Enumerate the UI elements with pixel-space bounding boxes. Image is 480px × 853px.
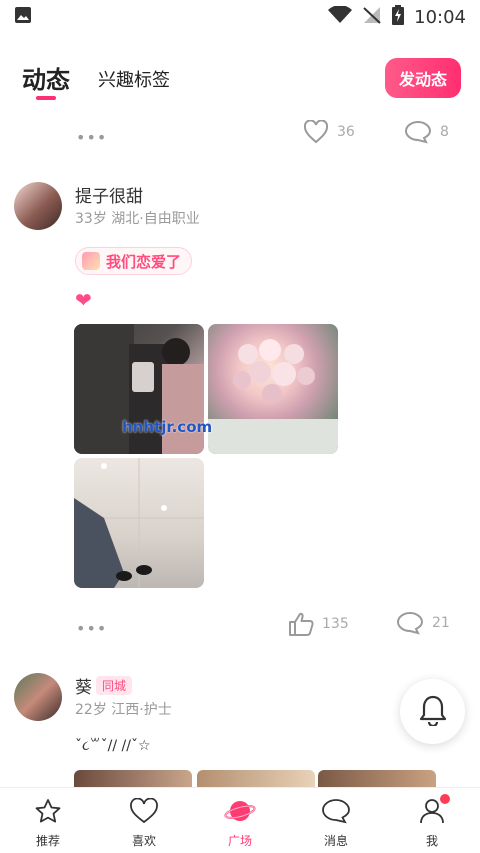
heart-outline-icon: [303, 120, 329, 144]
post-photo[interactable]: [74, 458, 204, 588]
star-icon: [34, 798, 62, 828]
watermark: hnhtjr.com: [122, 418, 213, 436]
notification-dot: [440, 794, 450, 804]
comment-count: 21: [432, 615, 450, 631]
like-count: 135: [322, 616, 349, 632]
post-photo[interactable]: [208, 324, 338, 454]
image-icon: [14, 6, 32, 28]
user-name[interactable]: 提子很甜: [75, 182, 143, 207]
comment-action[interactable]: 8: [404, 120, 449, 144]
like-action[interactable]: 36: [303, 120, 355, 144]
user-meta: 33岁 湖北·自由职业: [75, 211, 200, 227]
action-row-top: ••• 36 8: [0, 116, 480, 150]
bottom-nav: 推荐 喜欢 广场 消息 我: [0, 787, 480, 853]
post1-user-row: 提子很甜 33岁 湖北·自由职业: [0, 182, 480, 242]
nav-square[interactable]: 广场: [192, 788, 288, 853]
battery-charging-icon: [392, 5, 405, 29]
like-count: 36: [337, 124, 355, 140]
nav-like[interactable]: 喜欢: [96, 788, 192, 853]
wifi-icon: [328, 5, 353, 28]
couple-icon: [82, 252, 100, 270]
comment-count: 8: [440, 124, 449, 140]
post-text: ❤: [75, 288, 92, 312]
nav-me[interactable]: 我: [384, 788, 480, 853]
topic-tag[interactable]: 我们恋爱了: [75, 247, 193, 275]
same-city-badge: 同城: [96, 676, 133, 695]
chat-icon: [321, 798, 351, 828]
more-icon[interactable]: •••: [76, 128, 107, 147]
nav-label: 喜欢: [131, 834, 156, 848]
more-icon[interactable]: •••: [76, 619, 107, 638]
tab-dynamic[interactable]: 动态: [22, 60, 70, 95]
tab-indicator: [36, 96, 56, 100]
post-button[interactable]: 发动态: [385, 58, 461, 98]
user-meta: 22岁 江西·护士: [75, 702, 172, 718]
topic-tag-label: 我们恋爱了: [106, 252, 182, 271]
nav-label: 消息: [323, 834, 348, 848]
no-signal-icon: [362, 6, 382, 28]
user-name[interactable]: 葵: [75, 673, 92, 698]
notification-button[interactable]: [400, 679, 465, 744]
avatar[interactable]: [14, 182, 62, 230]
thumbs-up-icon: [288, 611, 314, 637]
tab-interest-tags[interactable]: 兴趣标签: [98, 66, 170, 92]
nav-label: 广场: [227, 834, 252, 848]
comment-action[interactable]: 21: [396, 611, 450, 635]
heart-icon: [129, 797, 159, 828]
nav-label: 我: [425, 834, 438, 848]
nav-label: 推荐: [35, 834, 60, 848]
comment-icon: [396, 611, 424, 635]
nav-messages[interactable]: 消息: [288, 788, 384, 853]
action-row-post1: ••• 135 21: [0, 607, 480, 641]
bell-icon: [418, 694, 448, 730]
status-bar: 10:04: [0, 0, 480, 34]
avatar[interactable]: [14, 673, 62, 721]
status-time: 10:04: [414, 6, 466, 28]
nav-recommend[interactable]: 推荐: [0, 788, 96, 853]
planet-icon: [224, 798, 256, 828]
post-text: ˇ૮꒳ˇ// //ˇ☆: [75, 738, 151, 754]
like-action[interactable]: 135: [288, 611, 349, 637]
header: 动态 兴趣标签 发动态: [0, 52, 480, 108]
comment-icon: [404, 120, 432, 144]
